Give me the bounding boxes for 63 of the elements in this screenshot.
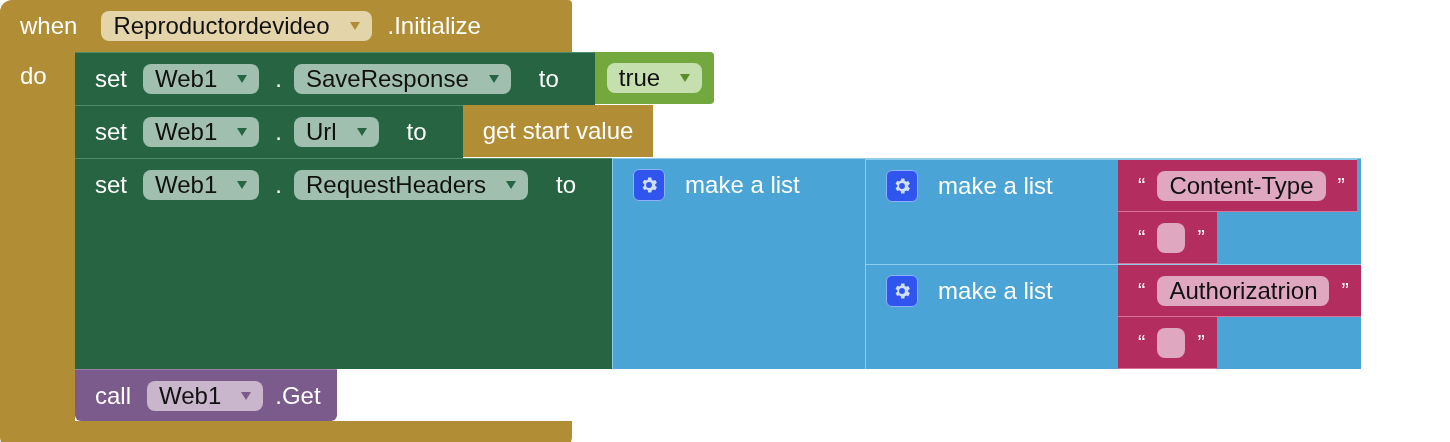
block-label: set (95, 120, 127, 144)
quote-mark: “ (1138, 174, 1146, 197)
quote-mark: ” (1337, 174, 1345, 197)
set-block[interactable]: set Web1 . Url to (75, 105, 463, 158)
text-block[interactable]: “ ” (1118, 212, 1217, 264)
text-field[interactable] (1157, 222, 1186, 253)
quote-mark: “ (1138, 279, 1146, 302)
quote-mark: “ (1138, 226, 1146, 249)
gear-icon[interactable] (886, 170, 919, 202)
dropdown-arrow-icon (506, 181, 517, 189)
text-block[interactable]: “ Authorizatrion ” (1118, 265, 1361, 317)
list-block[interactable]: make a list make a list “ Content-Type ” “ ” make a list “ Authorizatrion ” “ ” (612, 158, 1361, 369)
block-label: set (95, 67, 127, 91)
set-block[interactable]: set Web1 . RequestHeaders to (75, 158, 613, 369)
dot-separator: . (275, 120, 282, 144)
dropdown-field[interactable]: Url (293, 117, 379, 147)
block-label: make a list (685, 173, 800, 197)
quote-mark: “ (1138, 331, 1146, 354)
block-label: when (20, 14, 78, 38)
dropdown-field[interactable]: Reproductordevideo (101, 11, 372, 41)
dropdown-field[interactable]: RequestHeaders (293, 170, 529, 200)
block-label: to (538, 67, 559, 91)
quote-mark: ” (1197, 226, 1205, 249)
dropdown-arrow-icon (488, 75, 499, 83)
text-block[interactable]: “ Content-Type ” (1118, 160, 1357, 212)
dropdown-arrow-icon (237, 128, 248, 136)
boolean-block[interactable]: true (594, 52, 715, 104)
text-field[interactable]: Content-Type (1157, 170, 1326, 201)
block-label: do (20, 62, 47, 89)
dropdown-field[interactable]: Web1 (143, 117, 260, 147)
text-block[interactable]: “ ” (1118, 317, 1217, 369)
dropdown-arrow-icon (237, 181, 248, 189)
set-block[interactable]: set Web1 . SaveResponse to (75, 52, 595, 105)
dropdown-field[interactable]: Web1 (143, 64, 260, 94)
list-block[interactable]: make a list “ Authorizatrion ” “ ” (865, 264, 1361, 369)
dropdown-arrow-icon (356, 128, 367, 136)
list-block[interactable]: make a list “ Content-Type ” “ ” (865, 159, 1357, 264)
gear-icon[interactable] (633, 169, 666, 201)
block-label: .Initialize (387, 14, 481, 38)
block-label: call (95, 383, 131, 408)
block-label: make a list (938, 174, 1053, 198)
block-label: to (556, 173, 577, 197)
dot-separator: . (275, 173, 282, 197)
dropdown-field[interactable]: Web1 (147, 380, 264, 411)
dropdown-arrow-icon (237, 75, 248, 83)
dropdown-arrow-icon (349, 22, 360, 30)
text-field[interactable] (1157, 327, 1186, 358)
dropdown-arrow-icon (241, 391, 252, 400)
gear-icon[interactable] (886, 275, 919, 307)
text-field[interactable]: Authorizatrion (1157, 275, 1330, 306)
block-label: set (95, 173, 127, 197)
dropdown-field[interactable]: SaveResponse (293, 64, 511, 94)
event-block-header[interactable]: when Reproductordevideo .Initialize (0, 0, 572, 52)
quote-mark: ” (1341, 279, 1349, 302)
block-label: to (406, 120, 427, 144)
dot-separator: . (275, 67, 282, 91)
block-label: .Get (275, 383, 321, 408)
dropdown-field[interactable]: true (606, 63, 703, 93)
block-label: make a list (938, 279, 1053, 303)
dropdown-field[interactable]: Web1 (143, 170, 260, 200)
dropdown-arrow-icon (680, 74, 691, 82)
call-block[interactable]: call Web1 .Get (75, 369, 337, 421)
quote-mark: ” (1197, 331, 1205, 354)
